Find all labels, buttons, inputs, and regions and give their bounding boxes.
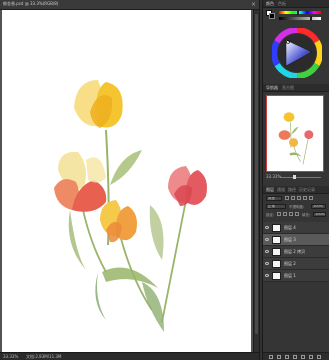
lock-position-icon[interactable]	[289, 212, 293, 216]
lock-fill-row: 锁定: 填充: 100%	[263, 211, 329, 218]
layer-row[interactable]: 图层 1	[263, 270, 329, 282]
layers-panel-tabs: 图层 通道 路径 历史记录	[263, 186, 329, 194]
adjustment-layer-icon[interactable]	[293, 355, 297, 359]
pixel-filter-icon[interactable]	[285, 196, 289, 200]
tab-navigator[interactable]: 导航器	[266, 85, 278, 91]
brightness-slider-handle[interactable]	[310, 16, 312, 21]
layer-row[interactable]: 图层 2 拷贝	[263, 246, 329, 258]
type-filter-icon[interactable]	[297, 196, 301, 200]
tab-histogram[interactable]: 直方图	[282, 85, 294, 91]
smart-object-filter-icon[interactable]	[309, 196, 313, 200]
link-layers-icon[interactable]	[269, 355, 273, 359]
tab-paths[interactable]: 路径	[288, 187, 296, 193]
layer-kind-label: 类型	[268, 196, 275, 200]
navigator-zoom-slider[interactable]	[281, 177, 321, 178]
eye-icon[interactable]	[265, 226, 269, 229]
eye-icon[interactable]	[265, 250, 269, 253]
canvas-area	[0, 10, 253, 352]
layer-style-icon[interactable]	[277, 355, 281, 359]
hue-slider-handle[interactable]	[297, 10, 299, 15]
opacity-value: 100%	[313, 204, 324, 208]
eye-icon[interactable]	[265, 274, 269, 277]
layer-thumbnail	[272, 248, 281, 256]
navigator-thumbnail	[278, 112, 314, 165]
close-icon[interactable]: ×	[251, 0, 256, 9]
layer-row[interactable]: 图层 2	[263, 258, 329, 270]
layer-name: 图层 2 拷贝	[284, 249, 306, 254]
adjustment-filter-icon[interactable]	[291, 196, 295, 200]
layer-thumbnail	[272, 272, 281, 280]
document-size-readout: 文档:2.83M/11.3M	[26, 354, 62, 359]
tulip-illustration	[54, 80, 207, 332]
eye-icon[interactable]	[265, 262, 269, 265]
tab-history[interactable]: 历史记录	[299, 187, 315, 193]
fill-value: 100%	[315, 212, 326, 216]
fill-label: 填充:	[302, 213, 311, 217]
hue-slider[interactable]	[279, 11, 321, 14]
right-panel-dock: 颜色 色板 导航器 直方图 33.33% 图层 通道 路径 历史记录 类型 正常…	[263, 0, 329, 360]
layer-thumbnail	[272, 224, 281, 232]
add-mask-icon[interactable]	[285, 355, 289, 359]
tab-channels[interactable]: 通道	[277, 187, 285, 193]
lock-label: 锁定:	[266, 213, 275, 217]
zoom-readout[interactable]: 33.33%	[3, 354, 18, 359]
eye-icon[interactable]	[265, 238, 269, 241]
blend-opacity-row: 正常 不透明度: 100%	[263, 203, 329, 210]
navigator-preview[interactable]	[266, 95, 324, 172]
navigator-zoom-row: 33.33%	[266, 174, 326, 180]
scrollbar-thumb[interactable]	[255, 14, 258, 334]
layer-filter-row: 类型	[263, 195, 329, 202]
delete-layer-icon[interactable]	[317, 355, 321, 359]
layer-thumbnail	[272, 260, 281, 268]
navigator-zoom-value[interactable]: 33.33%	[266, 174, 281, 179]
tab-layers[interactable]: 图层	[266, 187, 274, 193]
layer-name: 图层 4	[284, 225, 296, 230]
fill-field[interactable]: 100%	[313, 212, 326, 217]
layer-name: 图层 2	[284, 261, 296, 266]
new-group-icon[interactable]	[301, 355, 305, 359]
tab-swatches[interactable]: 色板	[278, 1, 286, 7]
layer-thumbnail	[272, 236, 281, 244]
shape-filter-icon[interactable]	[303, 196, 307, 200]
layer-row[interactable]: 图层 4	[263, 222, 329, 234]
blend-mode-select[interactable]: 正常	[266, 204, 286, 209]
document-canvas[interactable]	[2, 10, 251, 352]
layer-name: 图层 1	[284, 273, 296, 278]
navigator-panel-tabs: 导航器 直方图	[263, 84, 329, 92]
document-title: 郁金香.psd @ 33.3%(RGB/8)	[3, 1, 59, 6]
tab-color[interactable]: 颜色	[266, 1, 274, 7]
opacity-label: 不透明度:	[289, 205, 305, 209]
layer-kind-filter[interactable]: 类型	[266, 196, 282, 201]
color-wheel[interactable]	[272, 28, 322, 78]
status-bar: 33.33% 文档:2.83M/11.3M	[0, 352, 259, 360]
layer-row[interactable]: 图层 3	[263, 234, 329, 246]
document-tab[interactable]: 郁金香.psd @ 33.3%(RGB/8) ×	[0, 0, 259, 10]
photoshop-window: 郁金香.psd @ 33.3%(RGB/8) × 33.33% 文档:2.83M…	[0, 0, 329, 360]
color-panel-tabs: 颜色 色板	[263, 0, 329, 8]
new-layer-icon[interactable]	[309, 355, 313, 359]
layers-footer-toolbar	[263, 352, 329, 360]
lock-pixels-icon[interactable]	[283, 212, 287, 216]
layers-list: 图层 4 图层 3 图层 2 拷贝 图层 2 图层 1	[263, 222, 329, 282]
brightness-slider[interactable]	[279, 17, 321, 20]
lock-transparency-icon[interactable]	[277, 212, 281, 216]
layer-name: 图层 3	[284, 237, 296, 242]
background-color-swatch[interactable]	[269, 13, 275, 19]
lock-all-icon[interactable]	[295, 212, 299, 216]
blend-mode-value: 正常	[268, 204, 275, 208]
navigator-zoom-knob[interactable]	[293, 175, 296, 179]
opacity-field[interactable]: 100%	[311, 204, 326, 209]
